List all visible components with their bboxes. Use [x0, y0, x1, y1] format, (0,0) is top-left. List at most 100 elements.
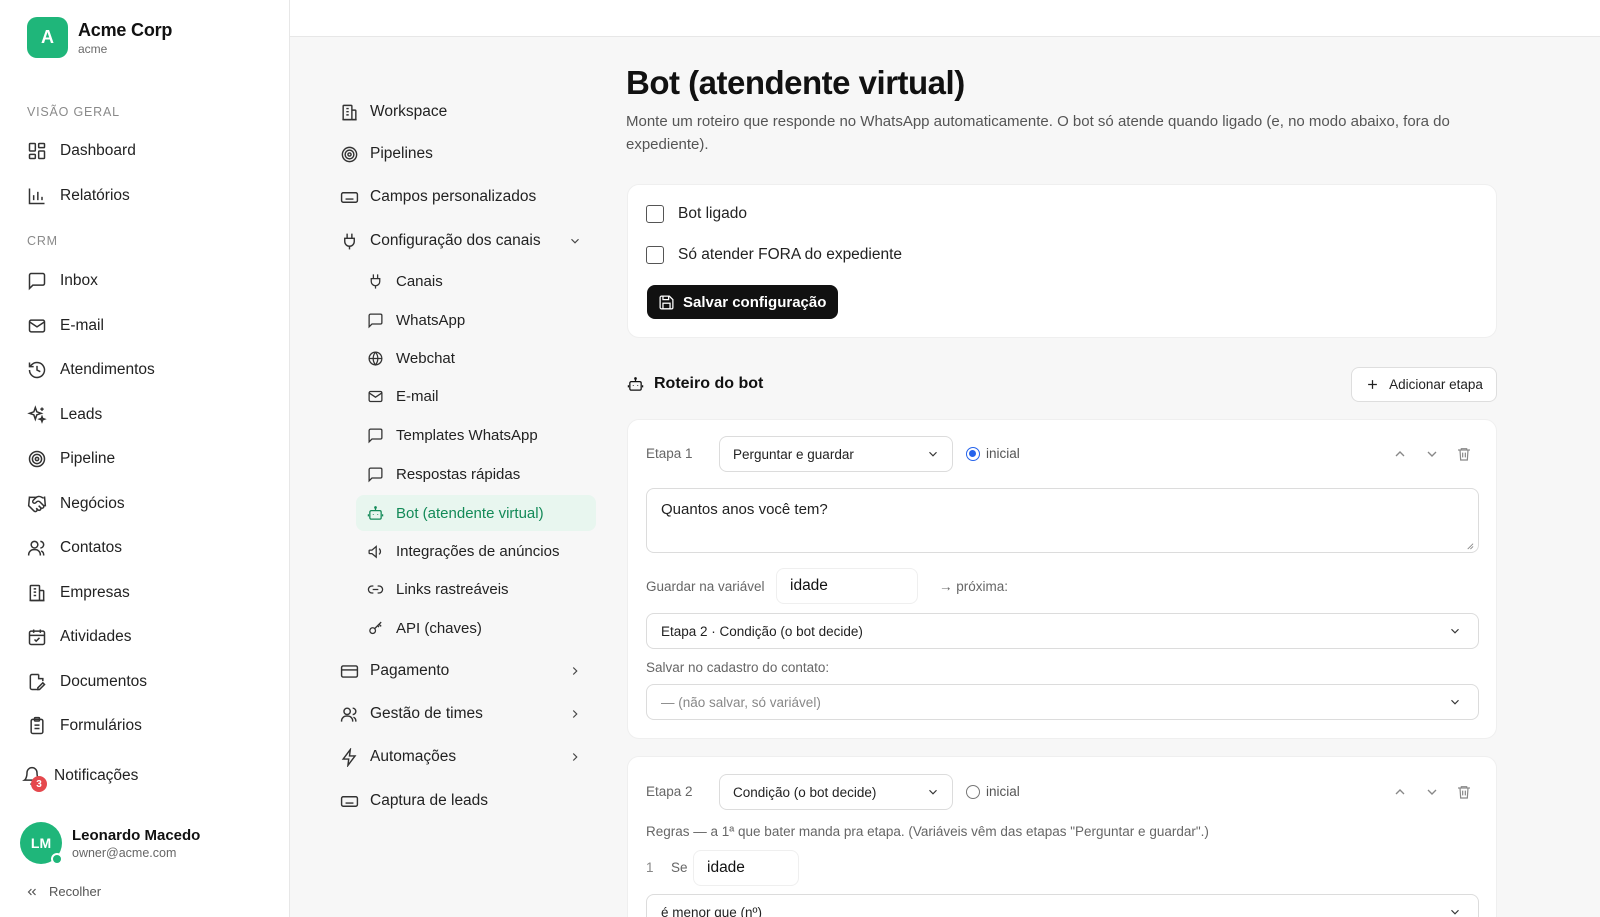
bot-on-label: Bot ligado: [678, 205, 747, 222]
trash-icon[interactable]: [1456, 446, 1472, 462]
sidebar-item-inbox[interactable]: Inbox: [27, 266, 98, 296]
bot-config-card: Bot ligado Só atender FORA do expediente…: [627, 184, 1497, 338]
sidebar-item-documentos[interactable]: Documentos: [27, 667, 147, 697]
save-icon: [658, 294, 675, 311]
sidebar-item-label: Atendimentos: [60, 361, 155, 378]
add-step-button[interactable]: Adicionar etapa: [1351, 367, 1497, 402]
settings-item-label: Configuração dos canais: [370, 232, 541, 249]
trash-icon[interactable]: [1456, 784, 1472, 800]
move-down-icon[interactable]: [1424, 446, 1440, 462]
channel-item-whatsapp-templates[interactable]: Templates WhatsApp: [367, 420, 597, 450]
next-step-select[interactable]: Etapa 2 · Condição (o bot decide): [646, 613, 1479, 649]
initial-step-label: inicial: [986, 784, 1020, 799]
channel-item-whatsapp[interactable]: WhatsApp: [367, 305, 597, 335]
settings-item-lead-capture[interactable]: Captura de leads: [340, 786, 590, 816]
chevron-down-icon: [1448, 905, 1462, 917]
resize-handle-icon[interactable]: [1465, 541, 1474, 550]
chevron-down-icon: [926, 785, 940, 799]
message-icon: [367, 312, 384, 329]
user-profile[interactable]: LM Leonardo Macedo owner@acme.com: [20, 822, 200, 865]
channel-item-label: Integrações de anúncios: [396, 542, 560, 560]
initial-step-radio-row[interactable]: inicial: [966, 784, 1020, 799]
initial-step-radio-row[interactable]: inicial: [966, 446, 1020, 461]
channel-item-ad-integrations[interactable]: Integrações de anúncios: [367, 536, 597, 566]
settings-item-label: Workspace: [370, 103, 448, 120]
channel-item-api-keys[interactable]: API (chaves): [367, 613, 597, 643]
rule-variable-input[interactable]: idade: [693, 850, 799, 886]
settings-item-pipelines[interactable]: Pipelines: [340, 139, 590, 169]
sidebar-item-email[interactable]: E-mail: [27, 311, 104, 341]
sidebar-item-label: Notificações: [54, 767, 139, 784]
channel-item-canais[interactable]: Canais: [367, 266, 597, 296]
sidebar-item-leads[interactable]: Leads: [27, 400, 102, 430]
sidebar-item-empresas[interactable]: Empresas: [27, 578, 130, 608]
initial-step-radio[interactable]: [966, 446, 980, 461]
chevron-right-icon: [568, 707, 582, 721]
sidebar-item-label: Documentos: [60, 673, 148, 690]
variable-name-input[interactable]: idade: [776, 568, 918, 604]
settings-item-workspace[interactable]: Workspace: [340, 97, 590, 127]
file-signature-icon: [27, 672, 47, 692]
step-type-select[interactable]: Perguntar e guardar: [719, 436, 953, 472]
chevron-down-icon: [926, 447, 940, 461]
initial-step-radio[interactable]: [966, 784, 980, 799]
step-type-select[interactable]: Condição (o bot decide): [719, 774, 953, 810]
channel-item-label: WhatsApp: [396, 311, 466, 329]
sidebar-item-atividades[interactable]: Atividades: [27, 622, 132, 652]
channel-item-email[interactable]: E-mail: [367, 381, 597, 411]
mail-icon: [27, 316, 47, 336]
keyboard-icon: [340, 188, 359, 207]
sidebar-item-label: Empresas: [60, 584, 130, 601]
off-hours-checkbox[interactable]: [646, 246, 664, 264]
channel-item-webchat[interactable]: Webchat: [367, 343, 597, 373]
channel-item-label: API (chaves): [396, 619, 482, 637]
collapse-sidebar-button[interactable]: Recolher: [25, 884, 101, 899]
move-down-icon[interactable]: [1424, 784, 1440, 800]
move-up-icon[interactable]: [1392, 784, 1408, 800]
sidebar-item-label: Contatos: [60, 539, 123, 556]
workspace-brand[interactable]: A Acme Corp acme: [27, 17, 172, 58]
off-hours-checkbox-row[interactable]: Só atender FORA do expediente: [646, 246, 902, 264]
page-description: Monte um roteiro que responde no WhatsAp…: [626, 113, 1450, 153]
settings-item-teams[interactable]: Gestão de times: [340, 699, 590, 729]
save-contact-field-label: Salvar no cadastro do contato:: [646, 660, 830, 675]
rule-operator-select[interactable]: é menor que (nº): [646, 894, 1479, 917]
sidebar-item-label: Leads: [60, 406, 103, 423]
settings-item-payment[interactable]: Pagamento: [340, 656, 590, 686]
sidebar-item-pipeline[interactable]: Pipeline: [27, 444, 115, 474]
bot-on-checkbox[interactable]: [646, 205, 664, 223]
save-contact-field-select[interactable]: — (não salvar, só variável): [646, 684, 1479, 720]
settings-item-label: Captura de leads: [370, 792, 489, 809]
settings-item-automations[interactable]: Automações: [340, 742, 590, 772]
step-message-textarea[interactable]: Quantos anos você tem?: [646, 488, 1479, 553]
bot-on-checkbox-row[interactable]: Bot ligado: [646, 205, 747, 223]
chevron-right-icon: [568, 750, 582, 764]
bot-icon: [367, 505, 384, 522]
settings-item-channel-config[interactable]: Configuração dos canais: [340, 226, 590, 256]
sidebar-item-atendimentos[interactable]: Atendimentos: [27, 355, 155, 385]
save-config-button[interactable]: Salvar configuração: [647, 285, 839, 319]
sidebar-item-formularios[interactable]: Formulários: [27, 711, 142, 741]
save-config-label: Salvar configuração: [683, 293, 827, 311]
sidebar-item-label: Atividades: [60, 628, 132, 645]
chevron-down-icon: [568, 234, 582, 248]
settings-item-custom-fields[interactable]: Campos personalizados: [340, 182, 590, 212]
move-up-icon[interactable]: [1392, 446, 1408, 462]
section-label-crm: CRM: [27, 234, 58, 248]
calendar-check-icon: [27, 627, 47, 647]
bot-icon: [627, 376, 644, 393]
channel-item-label: Respostas rápidas: [396, 465, 521, 483]
message-icon: [367, 427, 384, 444]
channel-item-bot[interactable]: Bot (atendente virtual): [356, 495, 596, 531]
step-tools: [1376, 784, 1472, 800]
link-icon: [367, 581, 384, 598]
sidebar-item-reports[interactable]: Relatórios: [27, 181, 130, 211]
user-email: owner@acme.com: [72, 845, 177, 860]
sidebar-item-negocios[interactable]: Negócios: [27, 489, 125, 519]
sidebar-item-contatos[interactable]: Contatos: [27, 533, 122, 563]
sidebar-item-dashboard[interactable]: Dashboard: [27, 136, 136, 166]
rule-if-label: Se: [671, 860, 688, 875]
channel-item-quick-replies[interactable]: Respostas rápidas: [367, 459, 597, 489]
step-tools: [1376, 446, 1472, 462]
channel-item-tracking-links[interactable]: Links rastreáveis: [367, 574, 597, 604]
